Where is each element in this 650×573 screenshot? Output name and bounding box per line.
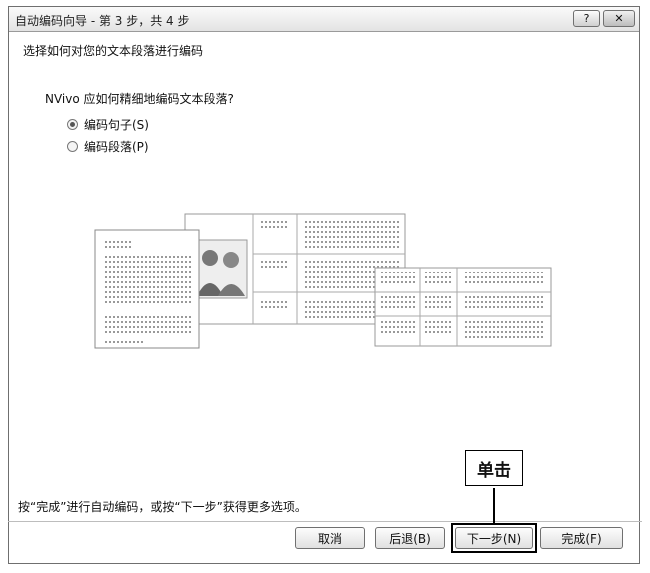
document-middle-icon	[184, 213, 406, 325]
granularity-question: NVivo 应如何精细地编码文本段落?	[45, 92, 234, 106]
close-icon: ✕	[614, 12, 624, 25]
code-sentences-option[interactable]: 编码句子(S)	[67, 116, 149, 133]
help-icon: ?	[583, 12, 590, 25]
code-paragraphs-label: 编码段落(P)	[84, 140, 149, 154]
radio-unselected-icon[interactable]	[67, 141, 78, 152]
footer-hint: 按“完成”进行自动编码，或按“下一步”获得更多选项。	[18, 500, 307, 514]
cancel-button[interactable]: 取消	[295, 527, 365, 549]
document-coding-illustration	[94, 213, 552, 349]
radio-selected-icon[interactable]	[67, 119, 78, 130]
code-paragraphs-option[interactable]: 编码段落(P)	[67, 138, 149, 155]
finish-button[interactable]: 完成(F)	[540, 527, 623, 549]
document-right-icon	[374, 267, 552, 347]
help-button[interactable]: ?	[573, 10, 600, 27]
click-callout: 单击	[465, 450, 523, 486]
footer-divider	[8, 521, 642, 522]
callout-pointer	[493, 488, 495, 523]
close-button[interactable]: ✕	[603, 10, 635, 27]
window-title: 自动编码向导 - 第 3 步，共 4 步	[15, 14, 190, 28]
title-bar: 自动编码向导 - 第 3 步，共 4 步 ? ✕	[9, 7, 639, 32]
code-sentences-label: 编码句子(S)	[84, 118, 149, 132]
document-left-icon	[94, 229, 200, 349]
page-heading: 选择如何对您的文本段落进行编码	[23, 44, 204, 58]
back-button[interactable]: 后退(B)	[375, 527, 445, 549]
next-button-highlight	[451, 523, 537, 553]
